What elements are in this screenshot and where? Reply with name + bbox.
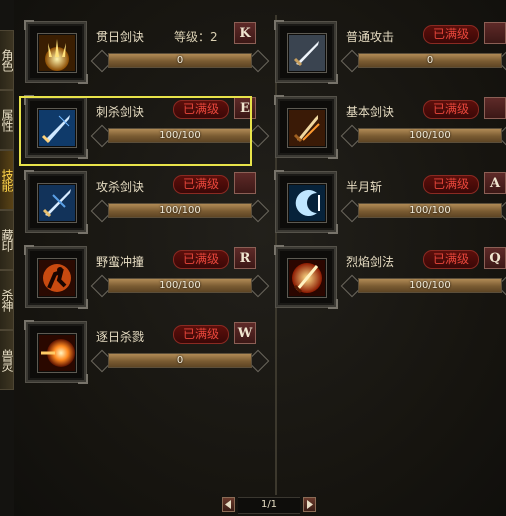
basic-attack-icon <box>287 33 327 73</box>
skill-name: 烈焰剑法 <box>346 255 395 269</box>
progress-text: 100/100 <box>159 280 201 291</box>
attack-sword-icon <box>37 183 77 223</box>
skill-name: 逐日杀戮 <box>96 330 145 344</box>
side-tab-beast-spirit[interactable]: 兽灵 <box>0 330 14 390</box>
progress-track: 100/100 <box>108 128 252 143</box>
skill-name: 普通攻击 <box>346 30 395 44</box>
progress-track: 0 <box>358 53 502 68</box>
skill-name: 半月斩 <box>346 180 383 194</box>
skill-name: 攻杀剑诀 <box>96 180 145 194</box>
right-arrow-icon <box>307 500 313 509</box>
skill-icon-frame[interactable] <box>24 245 88 309</box>
hotkey-button[interactable]: K <box>234 22 256 44</box>
sunburst-swords-icon <box>37 33 77 73</box>
progress-text: 100/100 <box>159 205 201 216</box>
max-level-badge: 已满级 <box>423 175 479 194</box>
skill-progress: 0 <box>340 49 506 73</box>
sun-slaughter-icon <box>37 333 77 373</box>
skill-slot[interactable]: 野蛮冲撞 已满级 R 100/100 <box>24 245 270 317</box>
max-level-badge: 已满级 <box>423 25 479 44</box>
flame-sword-icon <box>287 258 327 298</box>
skill-name: 贯日剑诀 <box>96 30 145 44</box>
progress-text: 100/100 <box>409 205 451 216</box>
skill-icon-frame[interactable] <box>274 245 338 309</box>
skill-icon-frame[interactable] <box>24 95 88 159</box>
skill-slot[interactable]: 逐日杀戮 已满级 W 0 <box>24 320 270 392</box>
skill-slot[interactable]: 普通攻击 已满级 0 <box>274 20 506 92</box>
max-level-badge: 已满级 <box>173 100 229 119</box>
progress-track: 100/100 <box>358 278 502 293</box>
progress-track: 100/100 <box>108 278 252 293</box>
max-level-badge: 已满级 <box>173 250 229 269</box>
hotkey-button[interactable] <box>484 22 506 44</box>
skill-slot[interactable]: 烈焰剑法 已满级 Q 100/100 <box>274 245 506 317</box>
progress-track: 100/100 <box>108 203 252 218</box>
skill-slot[interactable]: 基本剑诀 已满级 100/100 <box>274 95 506 167</box>
hotkey-button[interactable]: W <box>234 322 256 344</box>
hotkey-button[interactable] <box>234 172 256 194</box>
next-page-button[interactable] <box>303 497 316 512</box>
skill-icon-frame[interactable] <box>274 170 338 234</box>
hotkey-button[interactable] <box>484 97 506 119</box>
skill-icon-frame[interactable] <box>274 95 338 159</box>
left-arrow-icon <box>225 500 231 509</box>
progress-text: 0 <box>176 355 184 366</box>
half-moon-slash-icon <box>287 183 327 223</box>
skill-progress: 100/100 <box>340 274 506 298</box>
skill-progress: 100/100 <box>90 274 270 298</box>
progress-text: 100/100 <box>159 130 201 141</box>
skill-progress: 0 <box>90 49 270 73</box>
progress-track: 100/100 <box>358 203 502 218</box>
skill-progress: 100/100 <box>340 124 506 148</box>
progress-text: 100/100 <box>409 130 451 141</box>
side-tab-seal[interactable]: 藏印 <box>0 210 14 270</box>
skill-icon-frame[interactable] <box>274 20 338 84</box>
side-tab-character[interactable]: 角色 <box>0 30 14 90</box>
hotkey-button[interactable]: R <box>234 247 256 269</box>
skill-progress: 0 <box>90 349 270 373</box>
skill-slot[interactable]: 半月斩 已满级 A 100/100 <box>274 170 506 242</box>
progress-track: 0 <box>108 353 252 368</box>
skill-progress: 100/100 <box>90 124 270 148</box>
progress-text: 100/100 <box>409 280 451 291</box>
skill-slot[interactable]: 贯日剑诀 等级：2 K 0 <box>24 20 270 92</box>
prev-page-button[interactable] <box>222 497 235 512</box>
skill-progress: 100/100 <box>340 199 506 223</box>
max-level-badge: 已满级 <box>173 175 229 194</box>
thrust-sword-icon <box>37 108 77 148</box>
skill-level: 等级：2 <box>174 30 218 44</box>
skill-name: 刺杀剑诀 <box>96 105 145 119</box>
skill-name: 野蛮冲撞 <box>96 255 145 269</box>
progress-text: 0 <box>176 55 184 66</box>
max-level-badge: 已满级 <box>173 325 229 344</box>
progress-text: 0 <box>426 55 434 66</box>
basic-sword-icon <box>287 108 327 148</box>
hotkey-button[interactable]: Q <box>484 247 506 269</box>
skill-icon-frame[interactable] <box>24 20 88 84</box>
hotkey-button[interactable]: E <box>234 97 256 119</box>
max-level-badge: 已满级 <box>423 250 479 269</box>
skill-name: 基本剑诀 <box>346 105 395 119</box>
skill-slot[interactable]: 攻杀剑诀 已满级 100/100 <box>24 170 270 242</box>
page-indicator: 1/1 <box>238 497 300 514</box>
progress-track: 0 <box>108 53 252 68</box>
progress-track: 100/100 <box>358 128 502 143</box>
skill-slot[interactable]: 刺杀剑诀 已满级 E 100/100 <box>24 95 270 167</box>
barbarian-charge-icon <box>37 258 77 298</box>
side-tab-skills[interactable]: 技能 <box>0 150 14 210</box>
side-tab-attributes[interactable]: 属性 <box>0 90 14 150</box>
skill-icon-frame[interactable] <box>24 170 88 234</box>
skill-progress: 100/100 <box>90 199 270 223</box>
hotkey-button[interactable]: A <box>484 172 506 194</box>
max-level-badge: 已满级 <box>423 100 479 119</box>
skill-icon-frame[interactable] <box>24 320 88 384</box>
side-tab-killgod[interactable]: 杀神 <box>0 270 14 330</box>
